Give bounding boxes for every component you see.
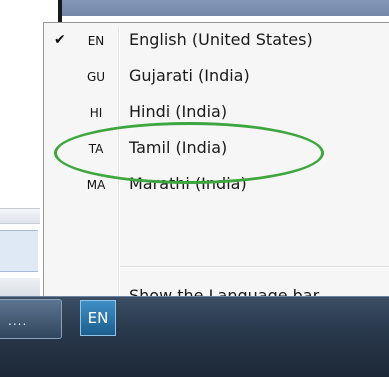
taskbar-button[interactable]: .... [0,299,62,339]
menu-item-tamil[interactable]: TA Tamil (India) [44,131,389,167]
language-indicator-label: EN [87,309,109,327]
background-panel [0,230,38,272]
language-label: English (United States) [129,30,313,49]
language-code: GU [86,70,106,84]
menu-item-hindi[interactable]: HI Hindi (India) [44,95,389,131]
language-label: Marathi (India) [129,174,247,193]
background-toolbar [0,208,40,224]
language-code: TA [88,142,104,156]
checkmark-icon: ✔ [54,32,66,48]
menu-item-marathi[interactable]: MA Marathi (India) [44,167,389,203]
background-strip [0,278,40,298]
menu-item-gujarati[interactable]: GU Gujarati (India) [44,59,389,95]
taskbar-button-label: .... [8,314,28,328]
language-indicator-button[interactable]: EN [80,300,116,336]
language-menu: ✔ EN English (United States) GU Gujarati… [43,22,389,315]
menu-separator [120,266,389,268]
language-code: EN [87,34,105,48]
menu-item-english[interactable]: ✔ EN English (United States) [44,23,389,59]
language-code: MA [86,178,106,192]
language-label: Hindi (India) [129,102,228,121]
background-title-bar [62,0,389,16]
language-code: HI [89,106,103,120]
language-label: Tamil (India) [129,138,228,157]
language-label: Gujarati (India) [129,66,250,85]
